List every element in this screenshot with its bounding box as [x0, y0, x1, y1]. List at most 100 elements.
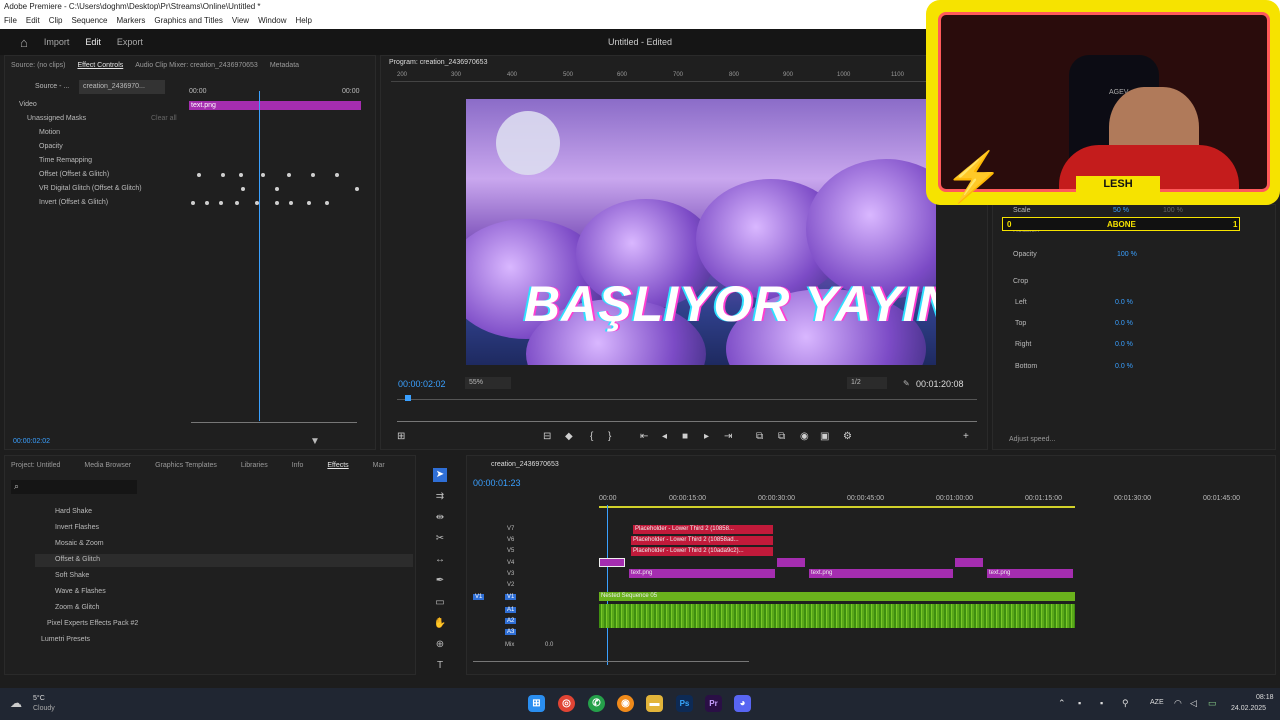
effect-item[interactable]: Offset & Glitch [55, 556, 100, 563]
lift-icon[interactable]: ⊟ [543, 431, 551, 442]
program-scrollbar[interactable] [397, 421, 977, 422]
menu-file[interactable]: File [4, 16, 17, 27]
settings-icon[interactable]: ⚙ [843, 431, 852, 442]
go-to-out-icon[interactable]: ⇥ [724, 431, 732, 442]
effect-controls-timecode[interactable]: 00:00:02:02 [13, 438, 50, 445]
effect-vr-glitch[interactable]: VR Digital Glitch (Offset & Glitch) [39, 185, 142, 192]
discord-icon[interactable]: ◕ [734, 695, 751, 712]
placeholder-clip[interactable]: Placeholder - Lower Third 2 (10858... [633, 525, 773, 534]
effect-time-remapping[interactable]: Time Remapping [39, 157, 92, 164]
mark-in-icon[interactable]: { [590, 431, 593, 442]
keyframe[interactable] [307, 201, 311, 205]
track-label[interactable]: A3 [505, 629, 517, 635]
opacity-value[interactable]: 100 % [1117, 251, 1137, 258]
fx-clip[interactable] [777, 558, 805, 567]
keyframe[interactable] [325, 201, 329, 205]
mini-playhead[interactable] [405, 395, 411, 401]
timeline-timecode[interactable]: 00:00:01:23 [473, 478, 521, 488]
weather-desc[interactable]: Cloudy [33, 705, 55, 712]
folder-icon[interactable]: ▬ [646, 695, 663, 712]
text-clip[interactable]: text.png [987, 569, 1073, 578]
menu-markers[interactable]: Markers [117, 16, 146, 27]
type-tool-icon[interactable]: T [433, 659, 447, 673]
keyframe[interactable] [261, 173, 265, 177]
home-icon[interactable]: ⌂ [20, 35, 28, 50]
slip-icon[interactable]: ↔ [433, 553, 447, 567]
menu-clip[interactable]: Clip [49, 16, 63, 27]
keyframe[interactable] [289, 201, 293, 205]
tab-info[interactable]: Info [292, 462, 304, 469]
placeholder-clip[interactable]: Placeholder - Lower Third 2 (10ada9c2)..… [631, 547, 773, 556]
program-title[interactable]: Program: creation_2436970653 [389, 59, 487, 66]
keyframe[interactable] [275, 201, 279, 205]
keyframe[interactable] [197, 173, 201, 177]
menu-window[interactable]: Window [258, 16, 286, 27]
volume-icon[interactable]: ◁ [1190, 698, 1197, 709]
source-select[interactable]: Source - ... [35, 83, 69, 90]
nested-sequence-clip[interactable]: Nested Sequence 05 [599, 592, 1075, 601]
zoom-select[interactable]: 55% [465, 377, 511, 389]
scale-value[interactable]: 50 % [1113, 207, 1129, 214]
track-label[interactable]: V1 [505, 594, 517, 600]
insert-icon[interactable]: ⧉ [756, 431, 763, 442]
scale-value2[interactable]: 100 % [1163, 207, 1183, 214]
windows-start-icon[interactable]: ⊞ [528, 695, 545, 712]
tab-metadata[interactable]: Metadata [270, 62, 299, 69]
zoom-scrollbar[interactable] [191, 422, 357, 423]
keyframe[interactable] [219, 201, 223, 205]
mix-value[interactable]: 0.0 [545, 642, 553, 648]
language-indicator[interactable]: AZE [1150, 699, 1164, 706]
wifi-icon[interactable]: ◠ [1174, 698, 1182, 709]
effect-invert[interactable]: Invert (Offset & Glitch) [39, 199, 108, 206]
audio-waveform[interactable] [599, 604, 1075, 628]
keyframe[interactable] [255, 201, 259, 205]
tab-project[interactable]: Project: Untitled [11, 462, 60, 469]
go-to-in-icon[interactable]: ⇤ [640, 431, 648, 442]
folder-item[interactable]: Lumetri Presets [41, 636, 90, 643]
effect-offset[interactable]: Offset (Offset & Glitch) [39, 171, 109, 178]
menu-sequence[interactable]: Sequence [71, 16, 107, 27]
menu-graphics[interactable]: Graphics and Titles [154, 16, 222, 27]
text-clip[interactable]: text.png [809, 569, 953, 578]
whatsapp-icon[interactable]: ✆ [588, 695, 605, 712]
fx-clip[interactable] [955, 558, 983, 567]
effect-item[interactable]: Hard Shake [55, 508, 92, 515]
effect-motion[interactable]: Motion [39, 129, 60, 136]
hand-icon[interactable]: ✋ [433, 617, 447, 631]
folder-item[interactable]: Pixel Experts Effects Pack #2 [47, 620, 138, 627]
add-button-icon[interactable]: + [963, 431, 969, 442]
play-button[interactable]: ■ [682, 431, 688, 442]
search-input[interactable]: ⌕ [11, 480, 137, 494]
effect-item[interactable]: Mosaic & Zoom [55, 540, 104, 547]
marker-icon[interactable]: ◆ [565, 431, 573, 442]
keyframe[interactable] [335, 173, 339, 177]
menu-view[interactable]: View [232, 16, 249, 27]
keyframe[interactable] [241, 187, 245, 191]
timeline-playhead[interactable] [607, 505, 608, 665]
effect-item[interactable]: Soft Shake [55, 572, 89, 579]
crop-left-value[interactable]: 0.0 % [1115, 299, 1133, 306]
keyframe[interactable] [311, 173, 315, 177]
track-label[interactable]: V3 [507, 571, 514, 577]
rectangle-icon[interactable]: ▭ [433, 596, 447, 610]
mark-out-icon[interactable]: } [608, 431, 611, 442]
keyframe[interactable] [239, 173, 243, 177]
tab-markers[interactable]: Mar [373, 462, 385, 469]
quality-select[interactable]: 1/2 [847, 377, 887, 389]
keyframe[interactable] [191, 201, 195, 205]
tab-effects[interactable]: Effects [327, 462, 348, 469]
crop-right-value[interactable]: 0.0 % [1115, 341, 1133, 348]
mic-icon[interactable]: ⚲ [1122, 698, 1129, 709]
photoshop-icon[interactable]: Ps [676, 695, 693, 712]
pen-icon[interactable]: ✒ [433, 574, 447, 588]
effect-item[interactable]: Zoom & Glitch [55, 604, 99, 611]
overwrite-icon[interactable]: ⧉ [778, 431, 785, 442]
tray-icon[interactable]: ▪ [1100, 698, 1103, 708]
effect-item[interactable]: Wave & Flashes [55, 588, 106, 595]
tab-effect-controls[interactable]: Effect Controls [77, 62, 123, 69]
track-label[interactable]: A1 [505, 607, 517, 613]
tray-icon[interactable]: ▪ [1078, 698, 1081, 708]
clock-time[interactable]: 08:18 [1256, 694, 1274, 701]
tab-edit[interactable]: Edit [85, 37, 101, 47]
blender-icon[interactable]: ◉ [617, 695, 634, 712]
